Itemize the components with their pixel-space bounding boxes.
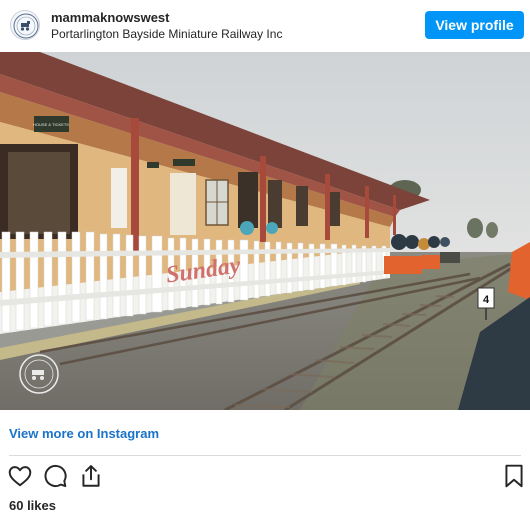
username[interactable]: mammaknowswest xyxy=(51,10,170,25)
railway-station-image: HOUSE & TICKETS Sunday 4 xyxy=(0,52,530,410)
view-more-link[interactable]: View more on Instagram xyxy=(9,426,159,441)
likes-count[interactable]: 60 likes xyxy=(9,498,56,513)
location[interactable]: Portarlington Bayside Miniature Railway … xyxy=(51,27,282,41)
bookmark-icon xyxy=(505,464,523,488)
comment-icon xyxy=(44,464,67,488)
view-profile-button[interactable]: View profile xyxy=(425,11,524,39)
like-button[interactable] xyxy=(7,463,33,489)
post-header: mammaknowswest Portarlington Bayside Min… xyxy=(0,0,530,52)
share-icon xyxy=(82,465,100,487)
track-marker: 4 xyxy=(483,294,490,306)
comment-button[interactable] xyxy=(42,463,68,489)
post-photo[interactable]: HOUSE & TICKETS Sunday 4 xyxy=(0,52,530,410)
avatar[interactable] xyxy=(10,10,40,40)
railway-logo-icon xyxy=(13,13,39,39)
station-sign: HOUSE & TICKETS xyxy=(33,122,69,127)
heart-icon xyxy=(8,466,32,487)
save-button[interactable] xyxy=(501,463,527,489)
share-button[interactable] xyxy=(78,463,104,489)
divider xyxy=(9,455,521,456)
